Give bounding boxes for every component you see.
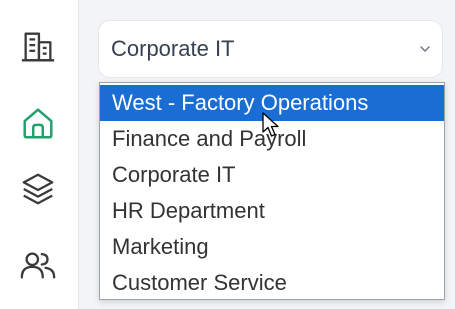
chevron-down-icon [418,42,432,56]
sidebar-item-home[interactable] [17,102,59,144]
dropdown-option-hr-department[interactable]: HR Department [100,193,444,229]
users-icon [20,252,56,279]
dropdown-option-finance-and-payroll[interactable]: Finance and Payroll [100,121,444,157]
department-select[interactable]: Corporate IT [98,20,443,78]
dropdown-option-marketing[interactable]: Marketing [100,229,444,265]
department-select-value: Corporate IT [111,36,235,61]
department-dropdown-list: West - Factory Operations Finance and Pa… [99,82,445,300]
layers-icon [22,173,54,205]
main-content: Corporate IT West - Factory Operations F… [78,0,455,309]
dropdown-option-west-factory-operations[interactable]: West - Factory Operations [100,85,444,121]
dropdown-option-customer-service[interactable]: Customer Service [100,265,444,301]
dropdown-option-corporate-it[interactable]: Corporate IT [100,157,444,193]
sidebar-item-layers[interactable] [17,168,59,210]
app-frame: Corporate IT West - Factory Operations F… [0,0,455,309]
sidebar-item-organization[interactable] [17,26,59,68]
sidebar [0,0,79,309]
sidebar-item-users[interactable] [17,244,59,286]
home-icon [23,108,53,139]
building-icon [21,32,55,62]
